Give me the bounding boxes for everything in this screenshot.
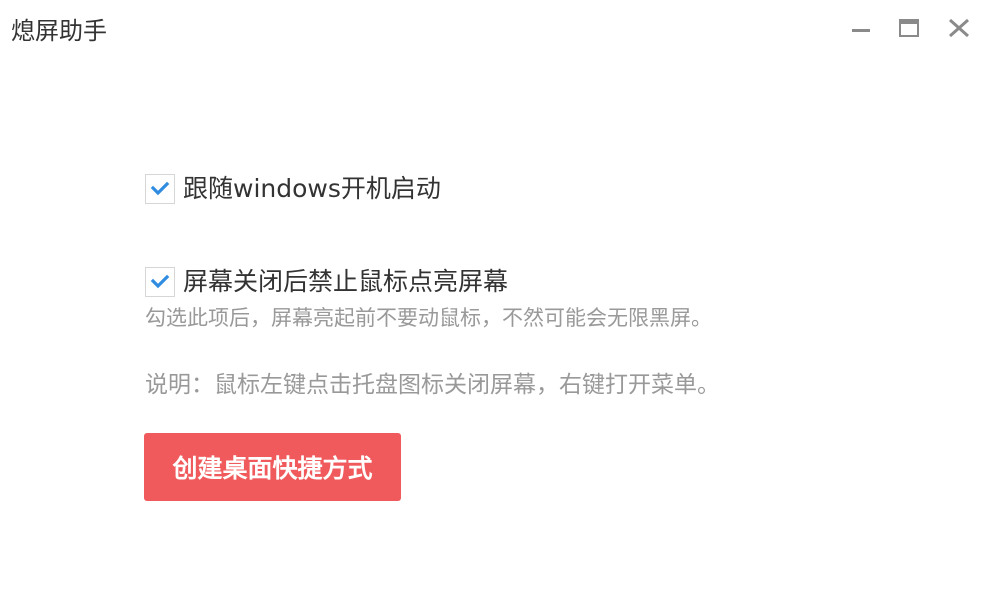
- option-hint-text: 勾选此项后，屏幕亮起前不要动鼠标，不然可能会无限黑屏。: [145, 306, 712, 330]
- app-window: 熄屏助手 跟随windows开机启动 屏幕关闭后禁止鼠标点亮屏幕 勾选此项后，屏…: [0, 0, 989, 589]
- autostart-checkbox[interactable]: [145, 174, 175, 204]
- autostart-label: 跟随windows开机启动: [183, 174, 441, 203]
- checkmark-icon: [150, 181, 170, 196]
- maximize-icon: [899, 19, 919, 37]
- close-button[interactable]: [944, 14, 974, 44]
- title-bar: 熄屏助手: [0, 0, 989, 60]
- minimize-icon: [852, 29, 870, 32]
- autostart-option[interactable]: 跟随windows开机启动: [145, 172, 441, 206]
- minimize-button[interactable]: [846, 14, 876, 44]
- checkmark-icon: [150, 274, 170, 289]
- create-shortcut-button[interactable]: 创建桌面快捷方式: [144, 433, 401, 501]
- close-icon: [949, 18, 969, 38]
- block-mouse-wake-option[interactable]: 屏幕关闭后禁止鼠标点亮屏幕: [145, 265, 508, 299]
- block-mouse-wake-label: 屏幕关闭后禁止鼠标点亮屏幕: [183, 267, 509, 296]
- maximize-button[interactable]: [894, 14, 924, 44]
- window-title: 熄屏助手: [11, 17, 107, 45]
- block-mouse-wake-checkbox[interactable]: [145, 267, 175, 297]
- usage-note-text: 说明：鼠标左键点击托盘图标关闭屏幕，右键打开菜单。: [145, 372, 720, 398]
